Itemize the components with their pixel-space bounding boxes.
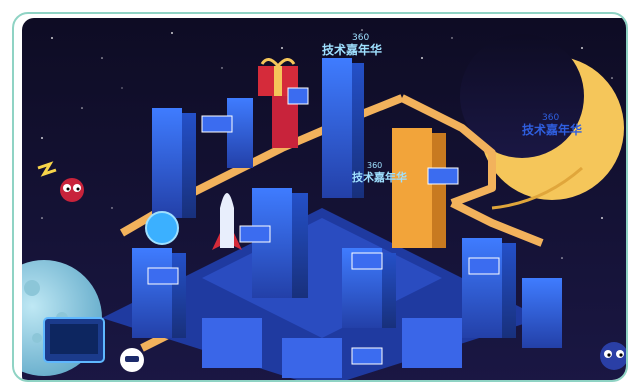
globe-icon xyxy=(145,211,179,245)
isometric-city-illustration: 360 技术嘉年华 360 技术嘉年华 360 技术嘉年华 xyxy=(22,18,626,380)
monster-icon xyxy=(60,178,84,202)
logo-top-main: 技术嘉年华 xyxy=(322,42,382,57)
logo-moon-main: 技术嘉年华 xyxy=(522,122,582,137)
logo-top-small: 360 xyxy=(352,33,369,43)
logo-center-small: 360 xyxy=(367,161,382,170)
image-frame: 360 技术嘉年华 360 技术嘉年华 360 技术嘉年华 xyxy=(12,12,628,382)
logo-center-main: 技术嘉年华 xyxy=(352,170,407,184)
logo-moon-small: 360 xyxy=(542,113,559,123)
robot-icon xyxy=(120,348,144,372)
screen-icon xyxy=(43,317,105,363)
city-scene-svg: 360 技术嘉年华 360 技术嘉年华 360 技术嘉年华 xyxy=(22,18,626,380)
